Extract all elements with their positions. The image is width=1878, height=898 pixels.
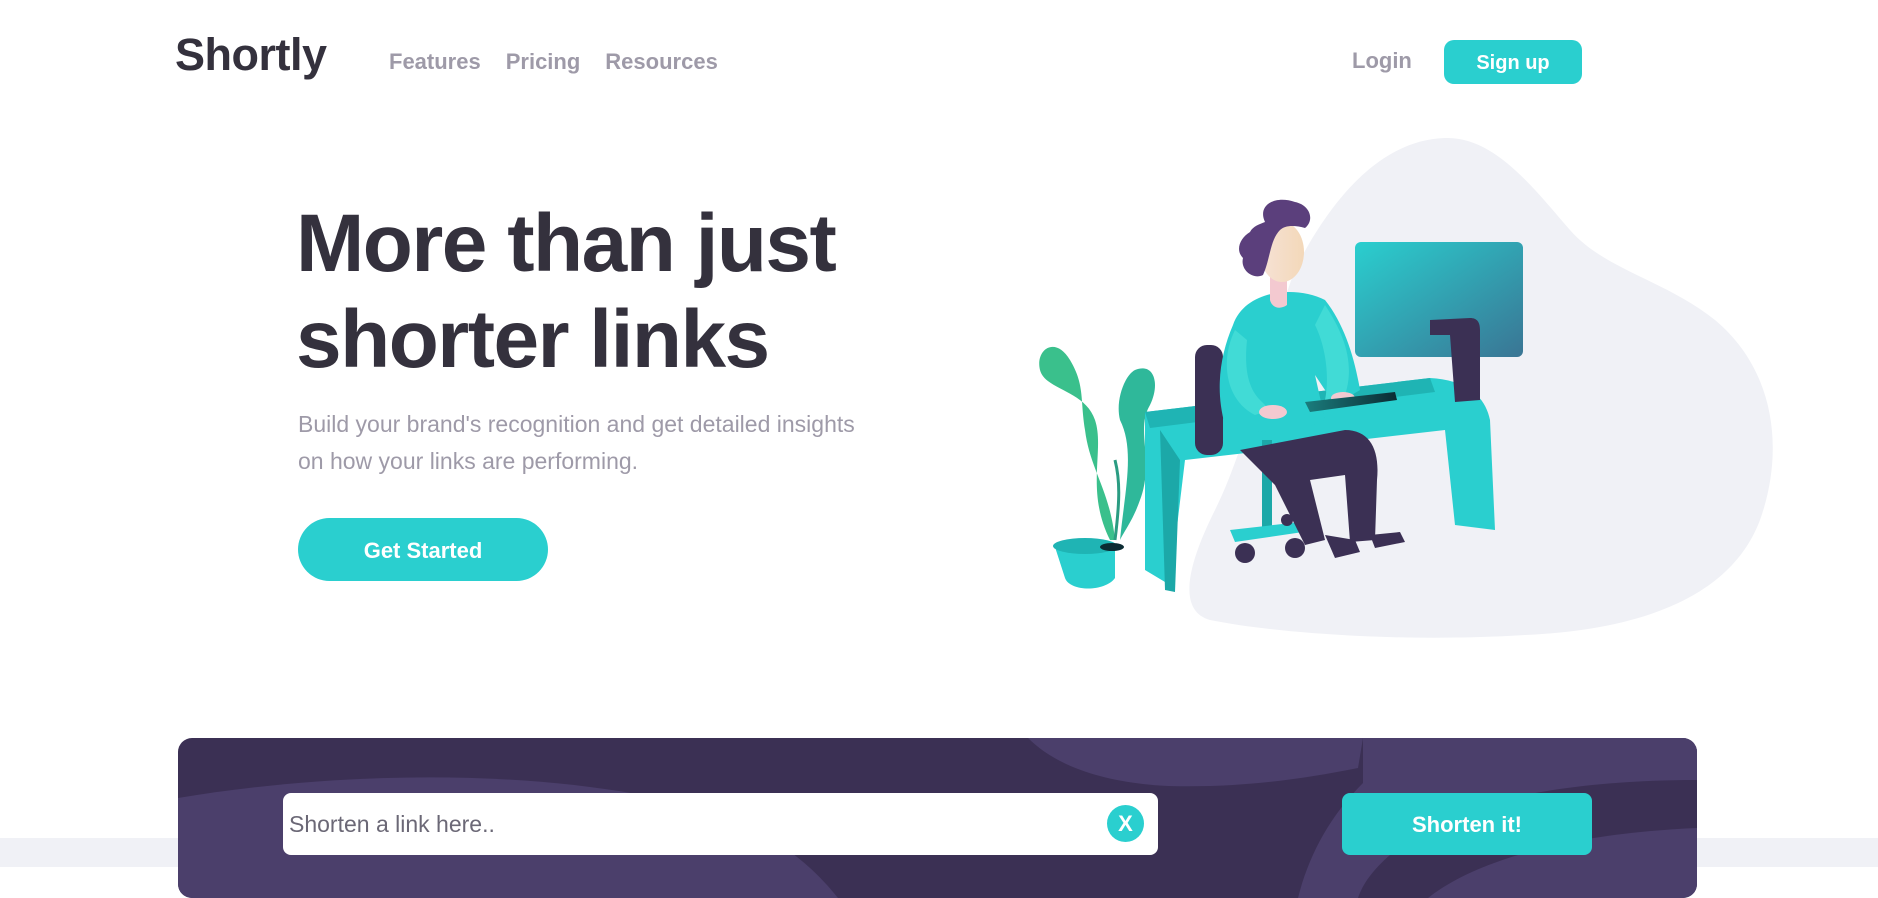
hero-title-line-1: More than just: [296, 198, 837, 289]
clear-input-button[interactable]: X: [1107, 805, 1144, 842]
signup-button[interactable]: Sign up: [1444, 40, 1582, 84]
nav-link-pricing[interactable]: Pricing: [506, 48, 581, 76]
hero-subtitle-line-1: Build your brand's recognition and get d…: [298, 411, 855, 437]
person-working-illustration: [1025, 130, 1795, 650]
nav-link-resources[interactable]: Resources: [605, 48, 718, 76]
login-link[interactable]: Login: [1352, 47, 1412, 75]
get-started-button[interactable]: Get Started: [298, 518, 548, 581]
shorten-it-button[interactable]: Shorten it!: [1342, 793, 1592, 855]
hero-title-line-2: shorter links: [296, 294, 770, 385]
link-input[interactable]: [289, 793, 1069, 855]
main-nav: Features Pricing Resources: [389, 48, 718, 76]
link-input-container: X: [283, 793, 1158, 855]
brand-logo[interactable]: Shortly: [175, 28, 327, 82]
nav-link-features[interactable]: Features: [389, 48, 481, 76]
hero-subtitle-line-2: on how your links are performing.: [298, 448, 639, 474]
shorten-form: X Shorten it!: [178, 738, 1697, 898]
plant-icon: [1039, 346, 1155, 589]
hero-subtitle: Build your brand's recognition and get d…: [298, 406, 938, 480]
site-header: Shortly Features Pricing Resources Login…: [0, 0, 1878, 124]
hero-title: More than just shorter links: [296, 196, 896, 388]
